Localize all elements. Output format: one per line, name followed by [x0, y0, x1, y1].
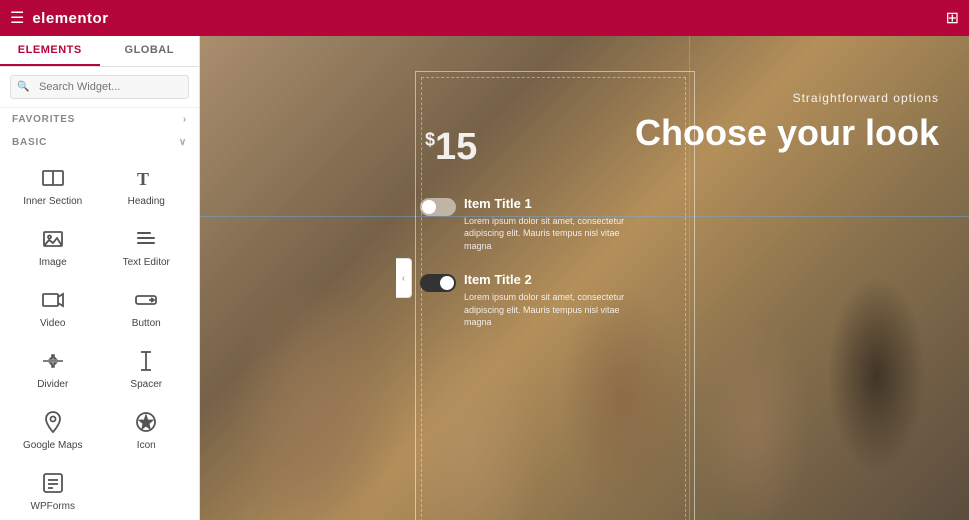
spacer-label: Spacer	[130, 379, 162, 390]
price-value: 15	[435, 126, 477, 168]
button-label: Button	[132, 318, 161, 329]
icon-label: Icon	[137, 440, 156, 451]
tab-elements[interactable]: ELEMENTS	[0, 36, 100, 66]
elementor-logo: elementor	[32, 10, 108, 27]
toggle-switch-2[interactable]	[420, 274, 456, 292]
item-title-2: Item Title 2	[464, 272, 644, 288]
canvas-background: Straightforward options Choose your look…	[200, 36, 969, 520]
spacer-icon	[134, 347, 158, 375]
widget-spacer[interactable]: Spacer	[100, 337, 194, 398]
image-icon	[41, 225, 65, 253]
basic-label: BASIC	[12, 137, 47, 148]
price-display: $15	[425, 126, 477, 169]
sidebar: ELEMENTS GLOBAL FAVORITES › BASIC ∨	[0, 36, 200, 520]
widget-inner-section[interactable]: Inner Section	[6, 154, 100, 215]
button-icon	[134, 286, 158, 314]
divider-label: Divider	[37, 379, 68, 390]
toggle-text-2: Item Title 2 Lorem ipsum dolor sit amet,…	[464, 272, 644, 328]
toggle-knob-2	[440, 276, 454, 290]
canvas-subtitle: Straightforward options	[793, 91, 939, 105]
basic-section-header[interactable]: BASIC ∨	[0, 131, 199, 154]
search-input[interactable]	[10, 75, 189, 99]
widget-wpforms[interactable]: WPForms	[6, 459, 100, 520]
toggle-switch-1[interactable]	[420, 198, 456, 216]
google-maps-label: Google Maps	[23, 440, 82, 451]
sidebar-tabs: ELEMENTS GLOBAL	[0, 36, 199, 67]
widget-grid: Inner Section T Heading	[0, 154, 199, 520]
wpforms-label: WPForms	[31, 501, 75, 512]
google-maps-icon	[41, 408, 65, 436]
canvas-area[interactable]: Straightforward options Choose your look…	[200, 36, 969, 520]
text-editor-icon	[134, 225, 158, 253]
price-currency: $	[425, 129, 435, 149]
toggle-text-1: Item Title 1 Lorem ipsum dolor sit amet,…	[464, 196, 644, 252]
divider-icon	[41, 347, 65, 375]
favorites-chevron: ›	[183, 114, 187, 125]
item-title-1: Item Title 1	[464, 196, 644, 212]
widget-text-editor[interactable]: Text Editor	[100, 215, 194, 276]
icon-widget-icon	[134, 408, 158, 436]
hamburger-icon[interactable]: ☰	[10, 8, 24, 28]
text-editor-label: Text Editor	[123, 257, 170, 268]
favorites-label: FAVORITES	[12, 114, 75, 125]
video-icon	[41, 286, 65, 314]
widget-video[interactable]: Video	[6, 276, 100, 337]
main-layout: ELEMENTS GLOBAL FAVORITES › BASIC ∨	[0, 36, 969, 520]
video-label: Video	[40, 318, 65, 329]
inner-section-icon	[41, 164, 65, 192]
lorem-text-2: Lorem ipsum dolor sit amet, consectetur …	[464, 291, 644, 329]
toggle-items-container: Item Title 1 Lorem ipsum dolor sit amet,…	[420, 196, 685, 349]
toggle-item-1: Item Title 1 Lorem ipsum dolor sit amet,…	[420, 196, 685, 252]
apps-icon[interactable]: ⊞	[946, 8, 959, 28]
widget-google-maps[interactable]: Google Maps	[6, 398, 100, 459]
svg-text:T: T	[137, 169, 149, 189]
lorem-text-1: Lorem ipsum dolor sit amet, consectetur …	[464, 215, 644, 253]
basic-chevron: ∨	[179, 137, 187, 148]
inner-section-label: Inner Section	[23, 196, 82, 207]
tab-global[interactable]: GLOBAL	[100, 36, 200, 66]
wpforms-icon	[41, 469, 65, 497]
top-bar: ☰ elementor ⊞	[0, 0, 969, 36]
widget-image[interactable]: Image	[6, 215, 100, 276]
toggle-item-2: Item Title 2 Lorem ipsum dolor sit amet,…	[420, 272, 685, 328]
favorites-section-header[interactable]: FAVORITES ›	[0, 108, 199, 131]
sidebar-search	[0, 67, 199, 108]
widget-icon[interactable]: Icon	[100, 398, 194, 459]
toggle-knob-1	[422, 200, 436, 214]
heading-icon: T	[134, 164, 158, 192]
widget-button[interactable]: Button	[100, 276, 194, 337]
sidebar-toggle-arrow[interactable]: ‹	[396, 258, 412, 298]
widget-divider[interactable]: Divider	[6, 337, 100, 398]
image-label: Image	[39, 257, 67, 268]
widget-heading[interactable]: T Heading	[100, 154, 194, 215]
heading-label: Heading	[128, 196, 165, 207]
